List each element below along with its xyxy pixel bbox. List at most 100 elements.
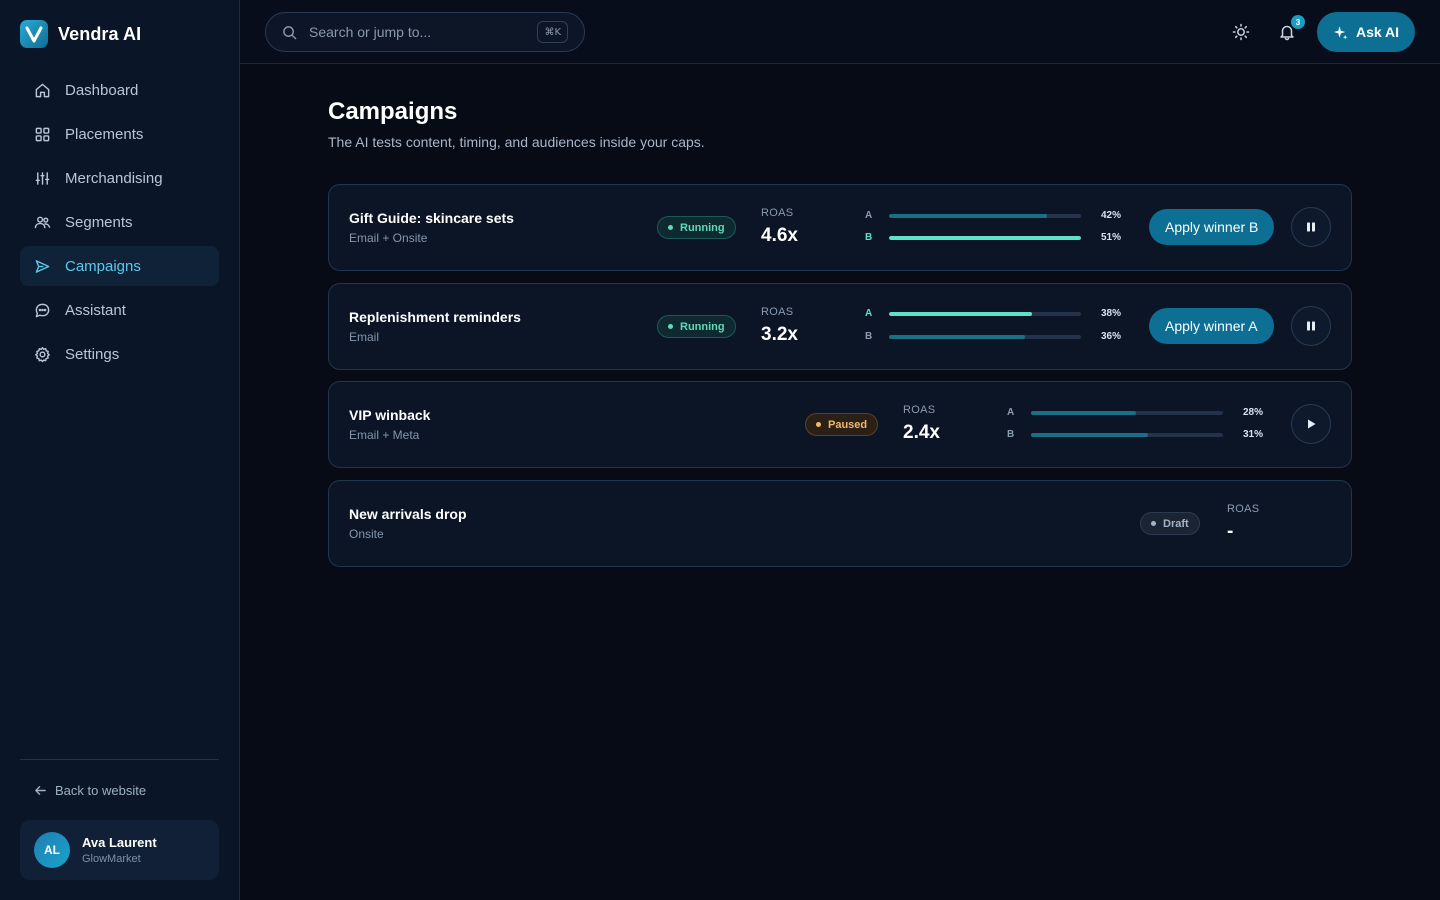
play-button[interactable] <box>1291 404 1331 444</box>
variant-label: A <box>1007 407 1015 418</box>
variant-row: A 38% <box>865 308 1125 320</box>
variant-row: B 31% <box>1007 429 1267 441</box>
brand[interactable]: Vendra AI <box>20 20 141 48</box>
campaign-card[interactable]: Gift Guide: skincare sets Email + Onsite… <box>328 184 1352 271</box>
roas-label: ROAS <box>761 207 794 219</box>
gear-icon <box>35 346 50 362</box>
variant-bar-fill <box>889 335 1025 339</box>
variant-percent: 28% <box>1243 407 1264 418</box>
variant-percent: 42% <box>1101 210 1122 221</box>
status-label: Running <box>680 320 725 333</box>
variant-bar <box>1031 411 1223 415</box>
sidebar-item-label: Settings <box>65 345 120 363</box>
search-box[interactable]: ⌘K <box>265 12 585 52</box>
sidebar-item-assistant[interactable]: Assistant <box>20 290 219 330</box>
sidebar-item-settings[interactable]: Settings <box>20 334 219 374</box>
topbar: ⌘K 3 Ask AI <box>240 0 1440 64</box>
users-icon <box>34 216 51 228</box>
sidebar-item-label: Merchandising <box>65 169 163 187</box>
status-badge: Paused <box>805 413 879 436</box>
sliders-icon <box>35 171 50 185</box>
variant-bar-fill <box>1031 433 1148 437</box>
arrow-left-icon <box>35 786 46 795</box>
campaign-channel: Email + Onsite <box>349 231 428 245</box>
notifications-button[interactable]: 3 <box>1275 15 1305 44</box>
status-label: Paused <box>828 418 868 431</box>
brand-logo-icon <box>20 20 48 48</box>
grid-icon <box>35 127 50 141</box>
variant-row: B 36% <box>865 331 1125 343</box>
roas-value: 4.6x <box>761 225 798 246</box>
pause-icon <box>1307 222 1315 232</box>
status-dot-icon <box>816 422 821 427</box>
apply-winner-button[interactable]: Apply winner B <box>1149 209 1275 245</box>
sidebar-item-label: Assistant <box>65 301 126 319</box>
campaign-card[interactable]: New arrivals drop Onsite Draft ROAS - <box>328 480 1352 567</box>
sidebar-divider <box>20 759 219 760</box>
variant-label: A <box>865 210 873 221</box>
theme-toggle-button[interactable] <box>1229 20 1253 44</box>
page-title: Campaigns <box>328 98 458 125</box>
variant-row: A 42% <box>865 210 1125 222</box>
brand-name: Vendra AI <box>58 23 142 44</box>
variant-percent: 31% <box>1243 429 1264 440</box>
roas-label: ROAS <box>1227 503 1260 515</box>
search-icon <box>283 25 297 39</box>
sidebar-item-label: Dashboard <box>65 81 139 99</box>
variant-bar <box>889 214 1081 218</box>
variant-bar <box>889 236 1081 240</box>
variant-label: A <box>865 308 873 319</box>
roas-value: 3.2x <box>761 324 798 345</box>
campaign-channel: Email <box>349 330 380 344</box>
campaign-card[interactable]: VIP winback Email + Meta Paused ROAS 2.4… <box>328 381 1352 468</box>
back-to-website-link[interactable]: Back to website <box>34 783 146 798</box>
roas-value: 2.4x <box>903 422 940 443</box>
variant-label: B <box>865 331 873 342</box>
pause-button[interactable] <box>1291 306 1331 346</box>
sidebar-item-label: Placements <box>65 125 144 143</box>
sidebar-item-label: Campaigns <box>65 257 141 275</box>
sidebar-item-merchandising[interactable]: Merchandising <box>20 158 219 198</box>
status-dot-icon <box>668 225 673 230</box>
status-label: Draft <box>1163 517 1189 530</box>
variant-row: B 51% <box>865 232 1125 244</box>
variant-bar-fill <box>889 312 1033 316</box>
notification-count-badge: 3 <box>1291 15 1305 29</box>
sidebar-item-placements[interactable]: Placements <box>20 114 219 154</box>
home-icon <box>35 83 50 97</box>
campaign-name: Replenishment reminders <box>349 309 521 325</box>
sparkle-icon <box>1333 25 1348 40</box>
back-link-label: Back to website <box>55 783 147 798</box>
pause-button[interactable] <box>1291 207 1331 247</box>
variant-bar-fill <box>889 236 1081 240</box>
variant-percent: 51% <box>1101 232 1122 243</box>
sidebar: Vendra AI Dashboard Placements Merchandi… <box>0 0 240 900</box>
avatar: AL <box>34 832 70 868</box>
status-badge: Running <box>657 315 736 338</box>
status-dot-icon <box>668 324 673 329</box>
campaign-name: VIP winback <box>349 407 431 423</box>
sidebar-nav: Dashboard Placements Merchandising Segme… <box>20 70 219 378</box>
variant-bar <box>1031 433 1223 437</box>
campaign-channel: Email + Meta <box>349 428 420 442</box>
sidebar-item-dashboard[interactable]: Dashboard <box>20 70 219 110</box>
ask-ai-label: Ask AI <box>1355 24 1400 40</box>
status-label: Running <box>680 221 725 234</box>
apply-winner-button[interactable]: Apply winner A <box>1149 308 1274 344</box>
sidebar-item-campaigns[interactable]: Campaigns <box>20 246 219 286</box>
sidebar-item-segments[interactable]: Segments <box>20 202 219 242</box>
chat-icon <box>35 303 50 317</box>
user-card[interactable]: AL Ava Laurent GlowMarket <box>20 820 219 880</box>
sun-icon <box>1232 23 1250 41</box>
roas-label: ROAS <box>761 306 794 318</box>
variant-percent: 38% <box>1101 308 1122 319</box>
campaign-card[interactable]: Replenishment reminders Email Running RO… <box>328 283 1352 370</box>
roas-label: ROAS <box>903 404 936 416</box>
search-input[interactable] <box>309 24 529 40</box>
campaign-channel: Onsite <box>349 527 384 541</box>
variant-row: A 28% <box>1007 407 1267 419</box>
status-dot-icon <box>1151 521 1156 526</box>
ask-ai-button[interactable]: Ask AI <box>1317 12 1415 52</box>
user-org: GlowMarket <box>82 853 141 865</box>
search-shortcut-hint: ⌘K <box>537 21 568 43</box>
